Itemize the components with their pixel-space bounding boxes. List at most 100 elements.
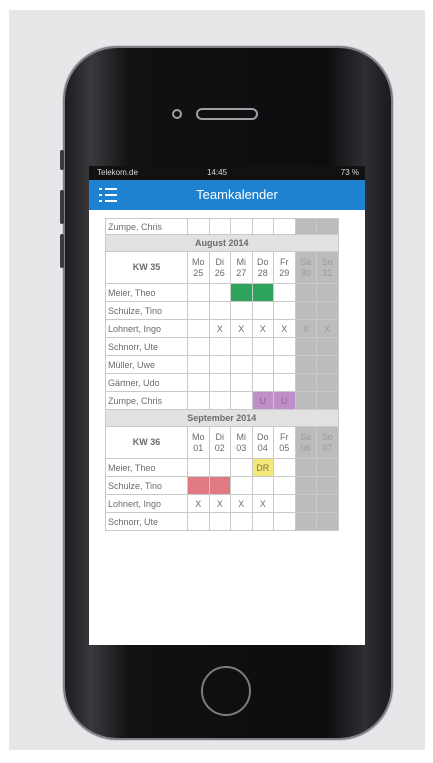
day-cell[interactable]: X xyxy=(251,319,274,338)
day-cell[interactable] xyxy=(273,373,296,392)
day-cell[interactable] xyxy=(294,337,317,356)
day-cell[interactable] xyxy=(230,458,253,477)
day-cell[interactable] xyxy=(273,355,296,374)
day-cell[interactable] xyxy=(187,283,210,302)
day-cell[interactable] xyxy=(208,391,231,410)
day-cell[interactable]: X xyxy=(294,319,317,338)
day-cell[interactable] xyxy=(187,458,210,477)
day-cell[interactable] xyxy=(208,458,231,477)
day-cell[interactable] xyxy=(230,337,253,356)
day-cell[interactable]: U xyxy=(273,391,296,410)
day-cell[interactable] xyxy=(230,301,253,320)
day-cell[interactable] xyxy=(294,476,317,495)
day-cell[interactable] xyxy=(187,391,210,410)
day-cell[interactable] xyxy=(316,391,339,410)
day-cell[interactable] xyxy=(294,283,317,302)
day-cell[interactable] xyxy=(273,494,296,513)
day-cell[interactable]: X xyxy=(187,494,210,513)
day-header: Fr 29 xyxy=(273,251,296,284)
earpiece-speaker xyxy=(196,108,258,120)
employee-name[interactable]: Zumpe, Chris xyxy=(105,391,188,410)
day-cell[interactable] xyxy=(208,218,231,235)
day-cell[interactable] xyxy=(294,373,317,392)
day-cell[interactable] xyxy=(208,355,231,374)
day-cell[interactable] xyxy=(316,494,339,513)
day-cell[interactable] xyxy=(316,355,339,374)
employee-name[interactable]: Schnorr, Ute xyxy=(105,512,188,531)
day-cell[interactable] xyxy=(316,337,339,356)
day-cell[interactable] xyxy=(230,283,253,302)
employee-name[interactable]: Schulze, Tino xyxy=(105,301,188,320)
day-cell[interactable] xyxy=(230,512,253,531)
day-cell[interactable] xyxy=(273,512,296,531)
day-cell[interactable] xyxy=(316,218,339,235)
employee-name[interactable]: Lohnert, Ingo xyxy=(105,494,188,513)
day-cell[interactable] xyxy=(230,476,253,495)
employee-name[interactable]: Meier, Theo xyxy=(105,458,188,477)
day-cell[interactable] xyxy=(273,301,296,320)
day-cell[interactable] xyxy=(187,337,210,356)
day-cell[interactable]: X xyxy=(251,494,274,513)
day-cell[interactable] xyxy=(294,458,317,477)
day-cell[interactable] xyxy=(273,458,296,477)
day-cell[interactable] xyxy=(294,355,317,374)
day-cell[interactable] xyxy=(208,512,231,531)
employee-name[interactable]: Müller, Uwe xyxy=(105,355,188,374)
day-cell[interactable] xyxy=(294,301,317,320)
front-camera xyxy=(172,109,182,119)
day-cell[interactable] xyxy=(316,476,339,495)
day-cell[interactable] xyxy=(187,355,210,374)
day-cell[interactable] xyxy=(230,373,253,392)
day-cell[interactable] xyxy=(294,494,317,513)
day-cell[interactable] xyxy=(230,218,253,235)
table-row: Lohnert, Ingo X X X X X X xyxy=(105,319,339,338)
day-cell[interactable] xyxy=(187,476,210,495)
home-button[interactable] xyxy=(201,666,251,716)
day-cell[interactable] xyxy=(187,512,210,531)
day-cell[interactable] xyxy=(251,355,274,374)
day-cell[interactable] xyxy=(251,512,274,531)
day-cell[interactable] xyxy=(208,476,231,495)
day-cell[interactable] xyxy=(273,218,296,235)
day-cell[interactable]: X xyxy=(273,319,296,338)
day-cell[interactable] xyxy=(294,218,317,235)
day-cell[interactable] xyxy=(251,373,274,392)
day-cell[interactable] xyxy=(316,373,339,392)
day-cell[interactable] xyxy=(251,337,274,356)
day-cell[interactable]: U xyxy=(251,391,274,410)
employee-name[interactable]: Schnorr, Ute xyxy=(105,337,188,356)
employee-name[interactable]: Lohnert, Ingo xyxy=(105,319,188,338)
day-cell[interactable] xyxy=(187,319,210,338)
day-cell[interactable] xyxy=(251,218,274,235)
employee-name[interactable]: Gärtner, Udo xyxy=(105,373,188,392)
day-cell[interactable] xyxy=(208,283,231,302)
day-cell[interactable] xyxy=(230,391,253,410)
day-cell[interactable] xyxy=(187,218,210,235)
day-cell[interactable] xyxy=(208,337,231,356)
day-cell[interactable] xyxy=(230,355,253,374)
employee-name[interactable]: Schulze, Tino xyxy=(105,476,188,495)
day-cell[interactable] xyxy=(208,301,231,320)
day-cell[interactable] xyxy=(316,301,339,320)
day-cell[interactable] xyxy=(187,301,210,320)
day-cell[interactable]: X xyxy=(230,319,253,338)
day-cell[interactable]: X xyxy=(230,494,253,513)
day-cell[interactable] xyxy=(273,337,296,356)
day-cell[interactable]: X xyxy=(208,494,231,513)
day-cell[interactable] xyxy=(316,512,339,531)
day-cell[interactable] xyxy=(316,283,339,302)
day-cell[interactable]: DR xyxy=(251,458,274,477)
day-cell[interactable] xyxy=(208,373,231,392)
day-cell[interactable] xyxy=(294,512,317,531)
day-cell[interactable] xyxy=(273,476,296,495)
day-cell[interactable] xyxy=(273,283,296,302)
day-cell[interactable]: X xyxy=(316,319,339,338)
employee-name[interactable]: Meier, Theo xyxy=(105,283,188,302)
day-cell[interactable] xyxy=(187,373,210,392)
day-cell[interactable] xyxy=(251,476,274,495)
day-cell[interactable] xyxy=(294,391,317,410)
day-cell[interactable] xyxy=(316,458,339,477)
day-cell[interactable]: X xyxy=(208,319,231,338)
day-cell[interactable] xyxy=(251,283,274,302)
day-cell[interactable] xyxy=(251,301,274,320)
